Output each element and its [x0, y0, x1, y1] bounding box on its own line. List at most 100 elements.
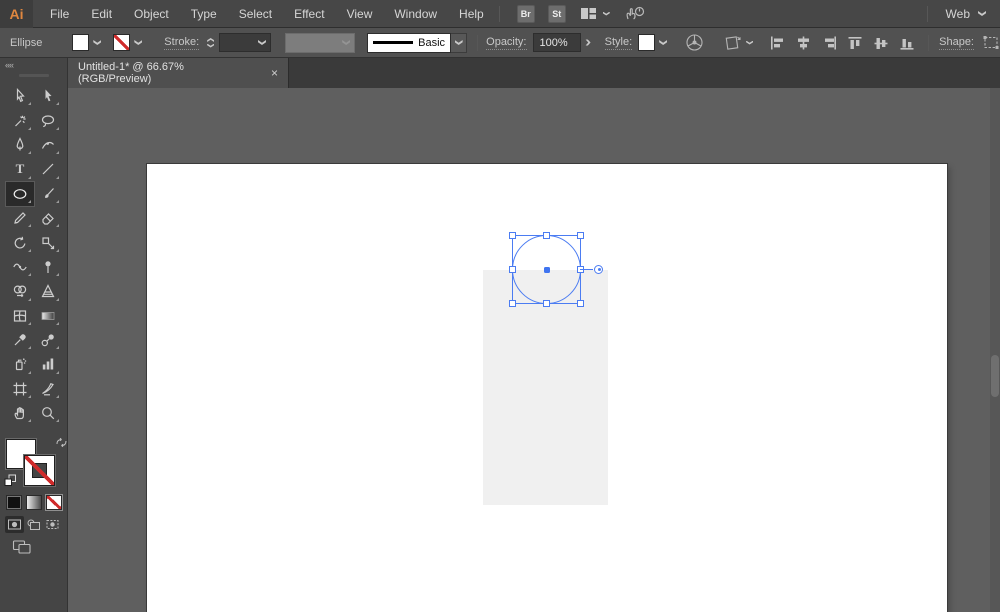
menu-view[interactable]: View [336, 0, 384, 28]
tool-selection[interactable] [34, 84, 62, 108]
handle-nw[interactable] [509, 232, 516, 239]
shape-properties-button[interactable] [982, 35, 1000, 50]
tool-ellipse[interactable] [6, 182, 34, 206]
handle-sw[interactable] [509, 300, 516, 307]
arrange-documents-button[interactable] [580, 6, 610, 21]
tool-hand[interactable] [6, 401, 34, 425]
tool-artboard[interactable] [6, 377, 34, 401]
tool-paintbrush[interactable] [34, 182, 62, 206]
stock-button[interactable]: St [548, 5, 566, 23]
column-graph-icon [40, 356, 56, 372]
scrollbar-thumb[interactable] [991, 355, 999, 397]
draw-behind-button[interactable] [24, 516, 43, 533]
stroke-weight-select[interactable] [219, 33, 271, 52]
align-top-icon[interactable] [847, 35, 864, 51]
workspace-switcher[interactable]: Web [932, 7, 1000, 21]
fill-swatch[interactable] [72, 34, 89, 51]
tool-curvature[interactable] [34, 133, 62, 157]
tool-slice[interactable] [34, 377, 62, 401]
tool-scale[interactable] [34, 230, 62, 254]
bridge-button[interactable]: Br [517, 5, 535, 23]
chevron-right-icon[interactable] [585, 39, 590, 45]
tool-puppet-warp[interactable] [34, 255, 62, 279]
document-tab[interactable]: Untitled-1* @ 66.67% (RGB/Preview) × [68, 58, 289, 88]
app-logo-icon[interactable]: Ai [0, 0, 33, 28]
draw-inside-icon [45, 518, 60, 531]
menu-file[interactable]: File [39, 0, 80, 28]
chevron-down-icon[interactable] [93, 40, 101, 45]
share-button[interactable] [624, 5, 646, 23]
fill-stroke-indicator [3, 437, 65, 495]
handle-se[interactable] [577, 300, 584, 307]
opacity-input[interactable]: 100% [533, 33, 581, 52]
handle-n[interactable] [543, 232, 550, 239]
tool-magic-wand[interactable] [6, 108, 34, 132]
menu-object[interactable]: Object [123, 0, 180, 28]
tool-gradient[interactable] [34, 304, 62, 328]
swap-fill-stroke-icon[interactable] [55, 437, 68, 448]
stroke-label[interactable]: Stroke: [164, 36, 199, 50]
stroke-weight-stepper[interactable] [207, 38, 214, 48]
align-right-icon[interactable] [821, 35, 838, 51]
screen-mode-button[interactable] [12, 539, 32, 560]
align-left-icon[interactable] [769, 35, 786, 51]
draw-normal-button[interactable] [5, 516, 24, 533]
chevron-down-icon[interactable] [659, 40, 667, 45]
menu-help[interactable]: Help [448, 0, 495, 28]
tool-pen[interactable] [6, 133, 34, 157]
tool-type[interactable]: T [6, 157, 34, 181]
tool-width[interactable] [6, 255, 34, 279]
draw-inside-button[interactable] [43, 516, 62, 533]
handle-ne[interactable] [577, 232, 584, 239]
tool-mesh[interactable] [6, 304, 34, 328]
selected-ellipse[interactable] [512, 235, 581, 304]
menu-effect[interactable]: Effect [283, 0, 335, 28]
style-label[interactable]: Style: [605, 36, 633, 50]
tool-eraser[interactable] [34, 206, 62, 230]
tool-zoom[interactable] [34, 401, 62, 425]
handle-s[interactable] [543, 300, 550, 307]
tool-perspective-grid[interactable] [34, 279, 62, 303]
default-fill-stroke-icon[interactable] [4, 474, 17, 487]
align-bottom-icon[interactable] [899, 35, 916, 51]
opacity-label[interactable]: Opacity: [486, 36, 526, 50]
shape-label[interactable]: Shape: [939, 36, 974, 50]
gradient-button[interactable] [26, 495, 42, 510]
stroke-none-swatch[interactable] [113, 34, 130, 51]
pie-widget-handle[interactable] [594, 265, 603, 274]
handle-w[interactable] [509, 266, 516, 273]
center-point[interactable] [544, 267, 550, 273]
menu-window[interactable]: Window [383, 0, 448, 28]
tool-shaper-pencil[interactable] [6, 206, 34, 230]
tool-lasso[interactable] [34, 108, 62, 132]
none-button[interactable] [46, 495, 62, 510]
collapse-panel-button[interactable]: «« [5, 60, 13, 70]
style-swatch[interactable] [638, 34, 655, 51]
brush-dropdown-button[interactable] [451, 33, 467, 53]
tool-symbol-sprayer[interactable] [6, 352, 34, 376]
panel-grip[interactable] [19, 74, 49, 77]
tool-direct-selection[interactable] [6, 84, 34, 108]
color-mode-buttons [6, 495, 62, 510]
tool-shape-builder[interactable] [6, 279, 34, 303]
align-h-center-icon[interactable] [795, 35, 812, 51]
tool-blend[interactable] [34, 328, 62, 352]
pie-widget-line [580, 269, 593, 270]
tool-line-segment[interactable] [34, 157, 62, 181]
tool-rotate[interactable] [6, 230, 34, 254]
menu-edit[interactable]: Edit [80, 0, 123, 28]
recolor-artwork-button[interactable] [685, 33, 704, 52]
brush-definition-select[interactable]: Basic [367, 33, 467, 53]
vertical-scrollbar[interactable] [990, 88, 1000, 612]
chevron-down-icon[interactable] [134, 40, 142, 45]
align-v-center-icon[interactable] [873, 35, 890, 51]
tool-eyedropper[interactable] [6, 328, 34, 352]
menu-type[interactable]: Type [180, 0, 228, 28]
canvas[interactable] [69, 88, 1000, 612]
tool-column-graph[interactable] [34, 352, 62, 376]
stroke-color-box[interactable] [24, 455, 55, 486]
menu-select[interactable]: Select [228, 0, 283, 28]
tab-close-icon[interactable]: × [271, 66, 278, 80]
color-button[interactable] [6, 495, 22, 510]
transform-menu-button[interactable] [724, 34, 753, 51]
